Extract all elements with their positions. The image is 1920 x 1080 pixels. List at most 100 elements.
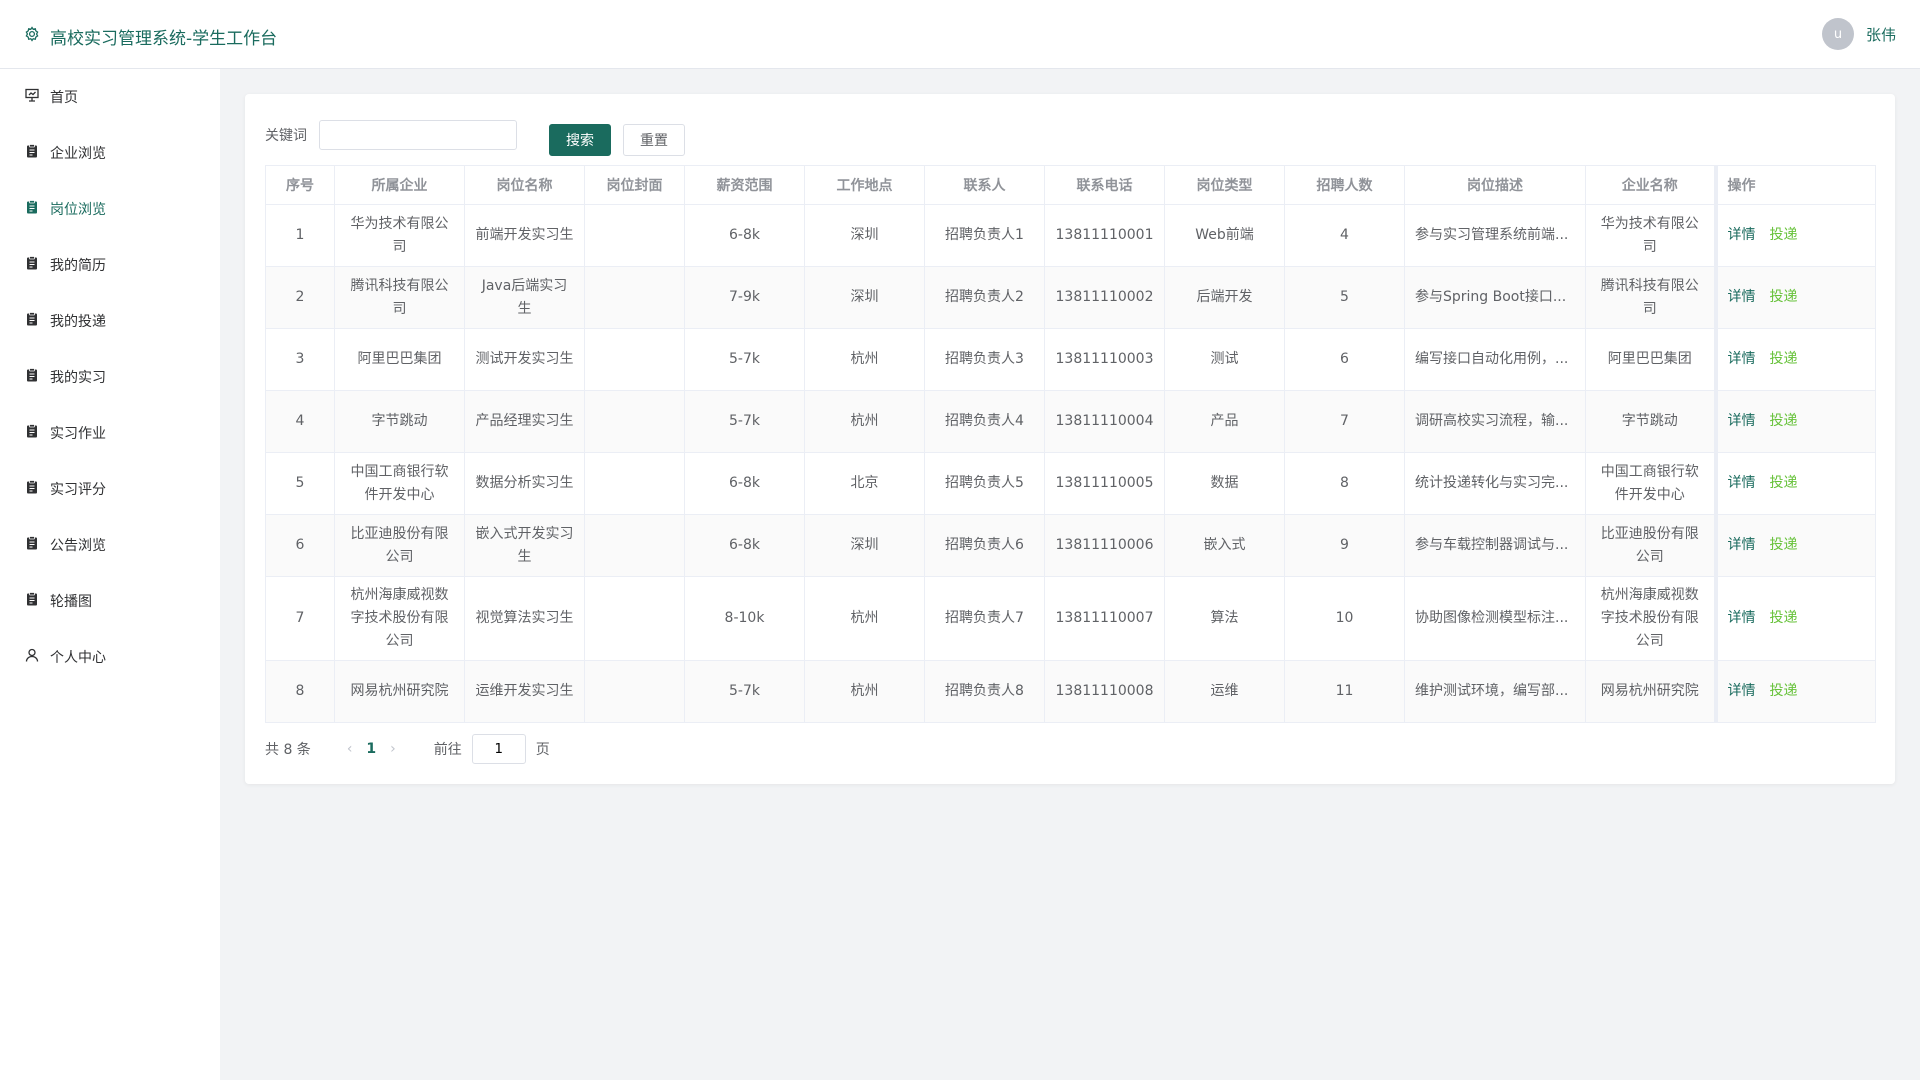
- table-cell: 视觉算法实习生: [464, 576, 585, 661]
- table-cell: 6-8k: [684, 204, 805, 267]
- keyword-input[interactable]: [319, 120, 517, 150]
- app-title: 高校实习管理系统-学生工作台: [50, 29, 278, 49]
- table-cell: 招聘负责人5: [924, 452, 1045, 515]
- table-cell: 5-7k: [684, 660, 805, 723]
- table-cell: 6: [1284, 328, 1405, 391]
- detail-link[interactable]: 详情: [1728, 537, 1756, 553]
- table-cell: 测试: [1164, 328, 1285, 391]
- table-cell: 13811110004: [1044, 390, 1165, 453]
- column-header: 薪资范围: [684, 165, 805, 205]
- detail-link[interactable]: 详情: [1728, 351, 1756, 367]
- user-icon: [24, 647, 40, 667]
- page-number-current[interactable]: 1: [366, 741, 376, 757]
- table-cell: 4: [265, 390, 335, 453]
- table-cell: Java后端实习生: [464, 266, 585, 329]
- table-cell: 6: [265, 514, 335, 577]
- detail-link[interactable]: 详情: [1728, 683, 1756, 699]
- apply-link[interactable]: 投递: [1770, 475, 1798, 491]
- table-cell: 4: [1284, 204, 1405, 267]
- apply-link[interactable]: 投递: [1770, 610, 1798, 626]
- sidebar-item-3[interactable]: 我的简历: [0, 237, 220, 293]
- user-name[interactable]: 张伟: [1866, 24, 1896, 45]
- sidebar-item-9[interactable]: 轮播图: [0, 573, 220, 629]
- prev-page-icon[interactable]: ‹: [347, 741, 353, 757]
- sidebar-item-label: 岗位浏览: [50, 202, 106, 218]
- table-cell: Web前端: [1164, 204, 1285, 267]
- table-cell: 5-7k: [684, 390, 805, 453]
- table-cell: 腾讯科技有限公司: [334, 266, 465, 329]
- apply-link[interactable]: 投递: [1770, 413, 1798, 429]
- table-cell: 6-8k: [684, 514, 805, 577]
- table-cell: 招聘负责人7: [924, 576, 1045, 661]
- sidebar-item-8[interactable]: 公告浏览: [0, 517, 220, 573]
- table-cell: 后端开发: [1164, 266, 1285, 329]
- sidebar-item-0[interactable]: 首页: [0, 69, 220, 125]
- search-button[interactable]: 搜索: [549, 124, 611, 156]
- table-cell: 字节跳动: [334, 390, 465, 453]
- table-cell: 嵌入式开发实习生: [464, 514, 585, 577]
- row-actions: 详情 投递: [1713, 390, 1876, 453]
- sidebar-item-6[interactable]: 实习作业: [0, 405, 220, 461]
- sidebar-item-5[interactable]: 我的实习: [0, 349, 220, 405]
- column-header: 联系电话: [1044, 165, 1165, 205]
- table-cell: 运维开发实习生: [464, 660, 585, 723]
- goto-page-input[interactable]: [471, 734, 526, 764]
- apply-link[interactable]: 投递: [1770, 227, 1798, 243]
- job-table: 序号 所属企业 岗位名称 岗位封面 薪资范围 工作地点 联系人 联系电话 岗位类型 招聘人数 岗位描…: [265, 165, 1876, 723]
- avatar[interactable]: u: [1821, 18, 1854, 50]
- table-cell: [584, 204, 685, 267]
- table-cell: 8: [265, 660, 335, 723]
- top-header: 高校实习管理系统-学生工作台 u 张伟: [0, 0, 1920, 69]
- clipboard-icon: [24, 591, 40, 611]
- table-cell: [584, 390, 685, 453]
- apply-link[interactable]: 投递: [1770, 683, 1798, 699]
- table-cell: 比亚迪股份有限公司: [1585, 514, 1716, 577]
- detail-link[interactable]: 详情: [1728, 475, 1756, 491]
- table-cell: 7: [265, 576, 335, 661]
- next-page-icon[interactable]: ›: [390, 741, 396, 757]
- table-cell: 编写接口自动化用例，...: [1404, 328, 1586, 391]
- apply-link[interactable]: 投递: [1770, 289, 1798, 305]
- table-cell: 华为技术有限公司: [334, 204, 465, 267]
- sidebar-item-4[interactable]: 我的投递: [0, 293, 220, 349]
- table-cell: [584, 514, 685, 577]
- detail-link[interactable]: 详情: [1728, 289, 1756, 305]
- table-cell: 阿里巴巴集团: [1585, 328, 1716, 391]
- table-cell: 2: [265, 266, 335, 329]
- detail-link[interactable]: 详情: [1728, 227, 1756, 243]
- apply-link[interactable]: 投递: [1770, 351, 1798, 367]
- apply-link[interactable]: 投递: [1770, 537, 1798, 553]
- user-menu[interactable]: u 张伟: [1821, 18, 1896, 50]
- table-cell: 招聘负责人8: [924, 660, 1045, 723]
- total-count: 共 8 条: [265, 742, 311, 758]
- sidebar-item-10[interactable]: 个人中心: [0, 629, 220, 685]
- table-cell: 杭州海康威视数字技术股份有限公司: [334, 576, 465, 661]
- table-cell: 招聘负责人3: [924, 328, 1045, 391]
- table-cell: 1: [265, 204, 335, 267]
- table-cell: 深圳: [804, 266, 925, 329]
- detail-link[interactable]: 详情: [1728, 610, 1756, 626]
- table-cell: 产品: [1164, 390, 1285, 453]
- table-row: 8 网易杭州研究院 运维开发实习生 5-7k 杭州 招聘负责人8 13811110008 运维…: [265, 660, 1876, 723]
- row-actions: 详情 投递: [1713, 576, 1876, 661]
- reset-button[interactable]: 重置: [623, 124, 685, 156]
- detail-link[interactable]: 详情: [1728, 413, 1756, 429]
- table-cell: 深圳: [804, 204, 925, 267]
- sidebar-item-2[interactable]: 岗位浏览: [0, 181, 220, 237]
- sidebar-item-1[interactable]: 企业浏览: [0, 125, 220, 181]
- table-cell: 6-8k: [684, 452, 805, 515]
- presentation-icon: [24, 87, 40, 107]
- sidebar-item-label: 实习作业: [50, 426, 106, 442]
- table-row: 7 杭州海康威视数字技术股份有限公司 视觉算法实习生 8-10k 杭州 招聘负责人7 138…: [265, 576, 1876, 661]
- clipboard-icon: [24, 367, 40, 387]
- table-cell: 算法: [1164, 576, 1285, 661]
- goto-label: 前往: [433, 742, 462, 758]
- table-cell: 13811110006: [1044, 514, 1165, 577]
- job-list-card: 关键词 搜索 重置 序号 所属企业 岗位名称 岗位封面 薪资范围 工作地点 联系人 联系电话岗…: [245, 94, 1895, 784]
- table-cell: 参与车载控制器调试与...: [1404, 514, 1586, 577]
- sidebar-item-label: 个人中心: [50, 650, 106, 666]
- table-row: 5 中国工商银行软件开发中心 数据分析实习生 6-8k 北京 招聘负责人5 13811110…: [265, 452, 1876, 515]
- table-cell: 网易杭州研究院: [1585, 660, 1716, 723]
- table-cell: 维护测试环境，编写部...: [1404, 660, 1586, 723]
- sidebar-item-7[interactable]: 实习评分: [0, 461, 220, 517]
